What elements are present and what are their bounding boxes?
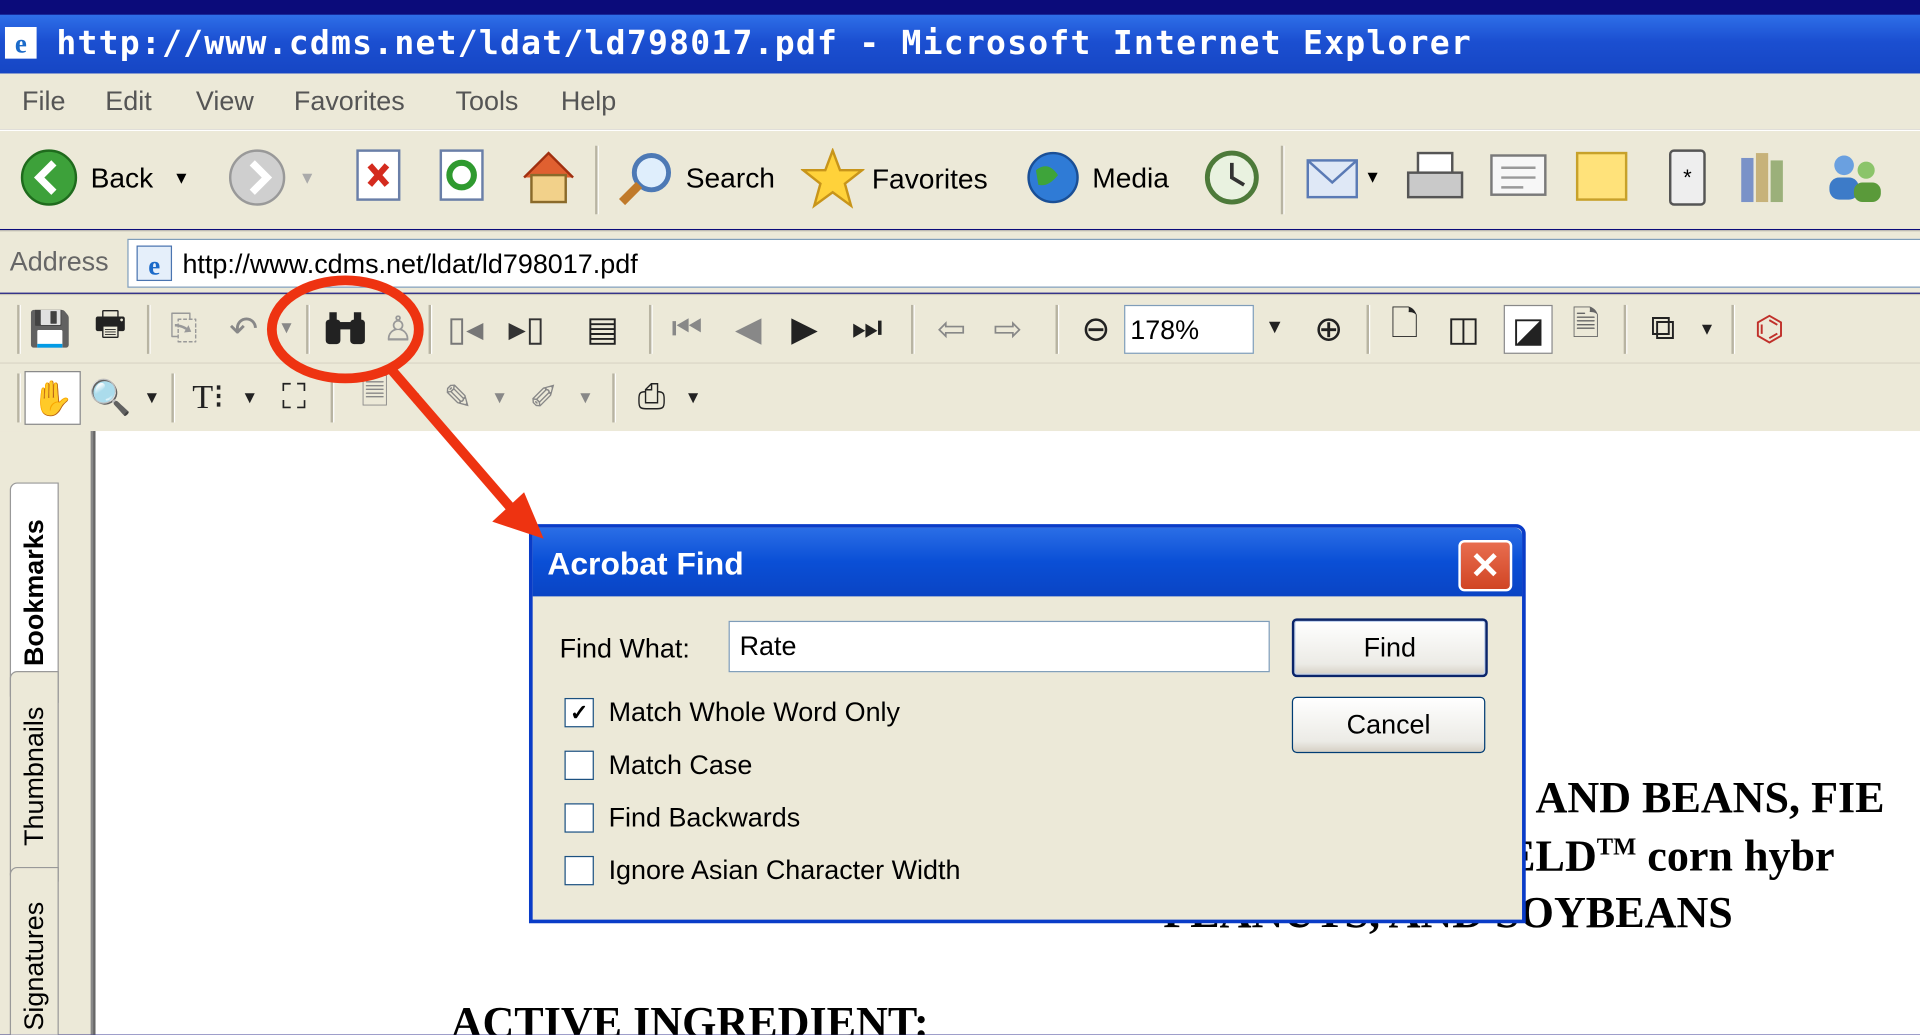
screen: e http://www.cdms.net/ldat/ld798017.pdf … [0,0,1920,1035]
annotation-overlay [266,275,544,539]
highlight-circle [266,275,424,384]
callout-arrow-line [385,364,518,516]
